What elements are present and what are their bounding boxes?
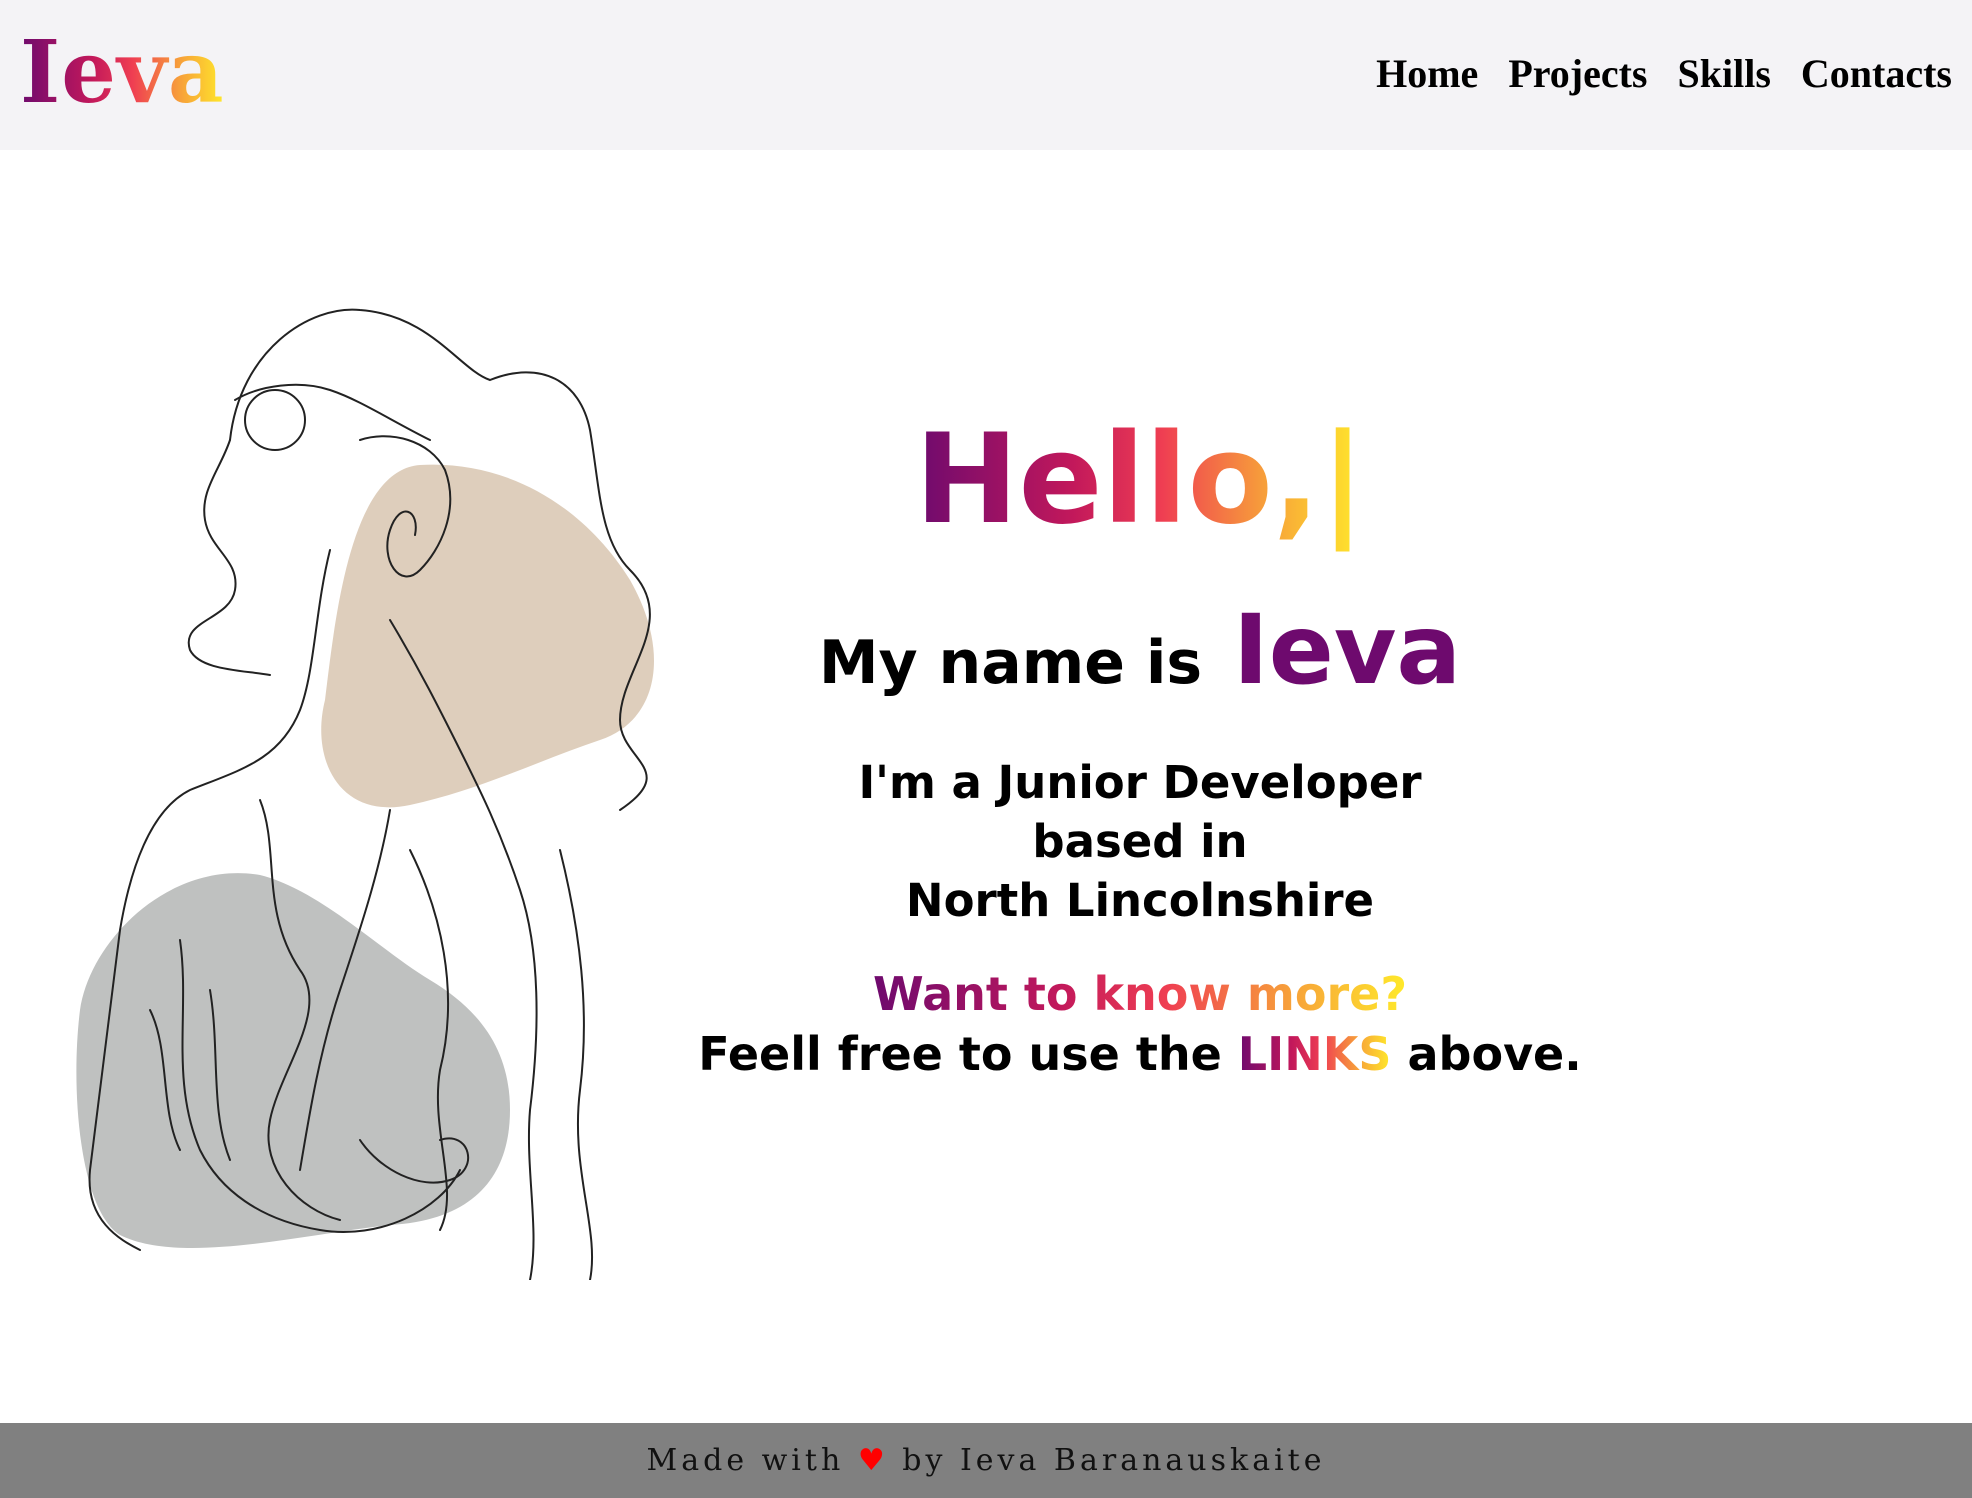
role-description: I'm a Junior Developer based in North Li… xyxy=(640,753,1640,930)
role-line-1: I'm a Junior Developer xyxy=(858,756,1422,809)
footer-made-with: Made with xyxy=(646,1443,845,1478)
cta-before-text: Feell free to use the xyxy=(698,1027,1222,1081)
cta-after-text: above. xyxy=(1407,1027,1582,1081)
question-text: Want to know more? xyxy=(873,964,1407,1024)
main-nav: Home Projects Skills Contacts xyxy=(1376,44,1952,104)
role-line-3: North Lincolnshire xyxy=(905,874,1375,927)
hero-section: Hello,| My name is Ieva I'm a Junior Dev… xyxy=(640,400,1640,1084)
nav-home-link[interactable]: Home xyxy=(1376,44,1478,104)
footer-credit: Made with ♥ by Ieva Baranauskaite xyxy=(0,1423,1972,1498)
links-highlight: LINKS xyxy=(1237,1027,1392,1081)
typing-cursor: | xyxy=(1319,408,1366,552)
hello-heading: Hello,| xyxy=(915,400,1365,560)
nav-skills-link[interactable]: Skills xyxy=(1678,44,1771,104)
name-text: Ieva xyxy=(1233,594,1462,706)
footer-author: by Ieva Baranauskaite xyxy=(902,1443,1326,1478)
heart-icon: ♥ xyxy=(857,1443,889,1478)
line-art-portrait-illustration xyxy=(76,308,654,1280)
intro-text: My name is xyxy=(818,628,1203,698)
nav-contacts-link[interactable]: Contacts xyxy=(1801,44,1952,104)
call-to-action: Want to know more? Feell free to use the… xyxy=(640,964,1640,1084)
greeting-text: Hello, xyxy=(914,408,1320,552)
site-header: Ieva Home Projects Skills Contacts xyxy=(0,0,1972,150)
logo[interactable]: Ieva xyxy=(20,18,225,128)
intro-line: My name is Ieva xyxy=(640,600,1640,713)
nav-projects-link[interactable]: Projects xyxy=(1508,44,1647,104)
role-line-2: based in xyxy=(1032,815,1248,868)
site-footer: Made with ♥ by Ieva Baranauskaite xyxy=(0,1423,1972,1498)
